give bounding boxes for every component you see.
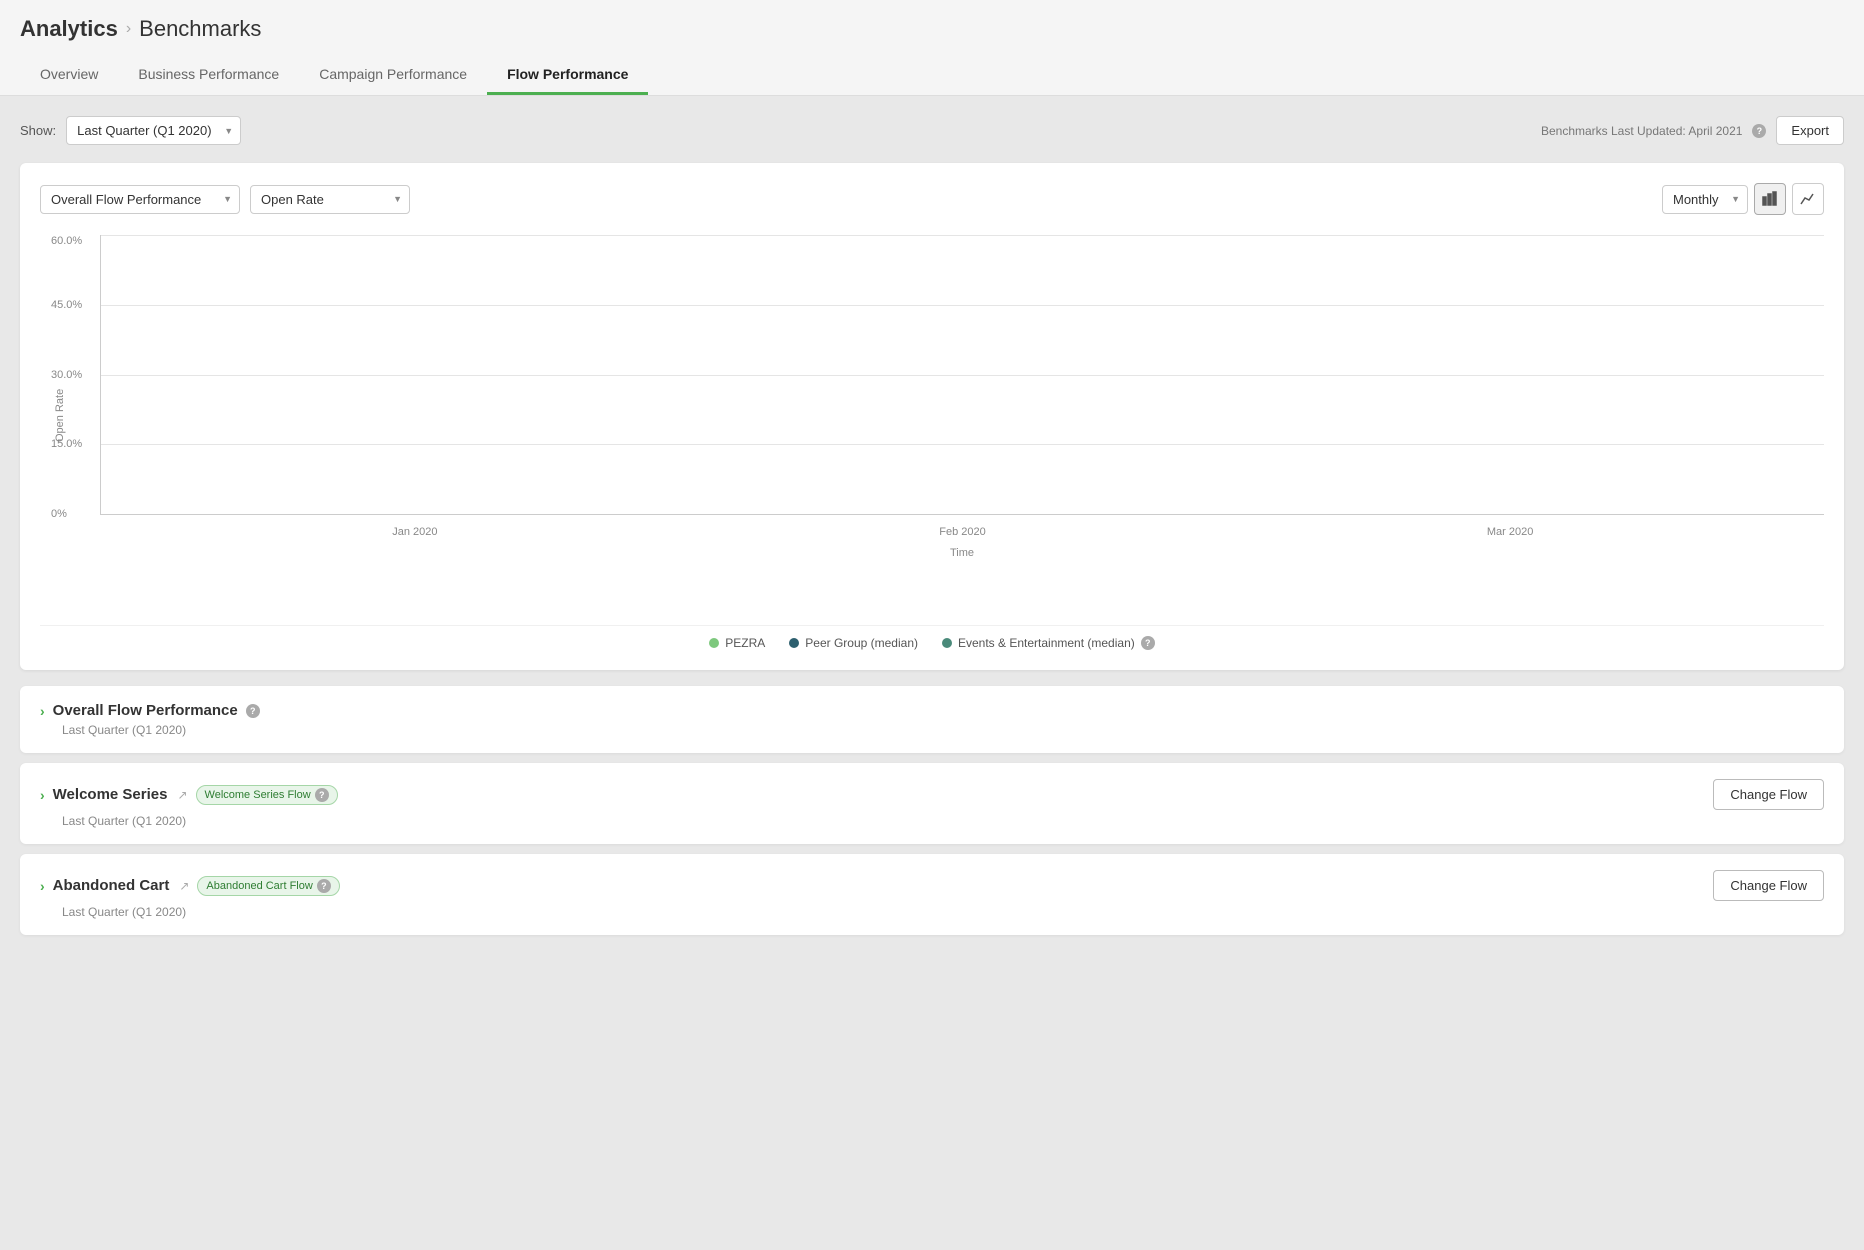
abandoned-ext-link-icon[interactable]: ↗ (179, 879, 189, 893)
legend-label-peer: Peer Group (median) (805, 636, 918, 650)
metric-select-wrapper: Open Rate (250, 185, 410, 214)
section-abandoned-header: › Abandoned Cart ↗ Abandoned Cart Flow ?… (40, 870, 1824, 901)
flow-select[interactable]: Overall Flow Performance (40, 185, 240, 214)
export-button[interactable]: Export (1776, 116, 1844, 145)
section-abandoned-chevron[interactable]: › (40, 878, 45, 894)
x-axis-title: Time (100, 547, 1824, 559)
welcome-badge-info-icon[interactable]: ? (315, 788, 329, 802)
section-abandoned-title[interactable]: Abandoned Cart (53, 877, 170, 894)
flow-select-wrapper: Overall Flow Performance (40, 185, 240, 214)
abandoned-badge: Abandoned Cart Flow ? (197, 876, 339, 896)
legend-dot-events (942, 638, 952, 648)
breadcrumb-separator: › (126, 20, 131, 38)
y-tick-3: 30.0% (51, 369, 82, 381)
section-overall-header: › Overall Flow Performance ? (40, 702, 1824, 719)
benchmarks-info: Benchmarks Last Updated: April 2021 ? Ex… (1541, 116, 1844, 145)
period-select-wrapper: Last Quarter (Q1 2020) (66, 116, 241, 145)
section-welcome-title[interactable]: Welcome Series (53, 786, 168, 803)
breadcrumb-analytics[interactable]: Analytics (20, 16, 118, 42)
tab-overview[interactable]: Overview (20, 56, 118, 95)
y-tick-4: 15.0% (51, 438, 82, 450)
tab-flow[interactable]: Flow Performance (487, 56, 648, 95)
chart-controls: Overall Flow Performance Open Rate Month… (40, 183, 1824, 215)
nav-tabs: Overview Business Performance Campaign P… (20, 56, 1844, 95)
breadcrumb-current: Benchmarks (139, 16, 261, 42)
tab-campaign[interactable]: Campaign Performance (299, 56, 487, 95)
y-tick-2: 45.0% (51, 299, 82, 311)
section-overall-subtitle: Last Quarter (Q1 2020) (62, 723, 1824, 737)
legend-dot-peer (789, 638, 799, 648)
legend-events-info-icon[interactable]: ? (1141, 636, 1155, 650)
section-overall-title-area: › Overall Flow Performance ? (40, 702, 260, 719)
legend-events: Events & Entertainment (median) ? (942, 636, 1155, 650)
legend-pezra: PEZRA (709, 636, 765, 650)
chart-card: Overall Flow Performance Open Rate Month… (20, 163, 1844, 670)
section-overall-title[interactable]: Overall Flow Performance (53, 702, 238, 719)
section-welcome-title-area: › Welcome Series ↗ Welcome Series Flow ? (40, 785, 338, 805)
section-abandoned: › Abandoned Cart ↗ Abandoned Cart Flow ?… (20, 854, 1844, 935)
breadcrumb: Analytics › Benchmarks (20, 16, 1844, 42)
tab-business[interactable]: Business Performance (118, 56, 299, 95)
show-label: Show: (20, 123, 56, 138)
chart-area: 60.0% 45.0% 30.0% 15.0% 0% (100, 235, 1824, 515)
period-chart-select-wrapper: Monthly (1662, 185, 1748, 214)
legend-peer: Peer Group (median) (789, 636, 918, 650)
welcome-badge: Welcome Series Flow ? (196, 785, 338, 805)
bar-groups-area: Jan 2020 Feb 2020 Mar 2020 (101, 235, 1824, 514)
benchmarks-info-icon[interactable]: ? (1752, 124, 1766, 138)
section-welcome-subtitle: Last Quarter (Q1 2020) (62, 814, 1824, 828)
chart-container: Open Rate 60.0% 45.0% 30.0% 15.0% 0% (40, 235, 1824, 609)
metric-select[interactable]: Open Rate (250, 185, 410, 214)
x-label-jan: Jan 2020 (392, 526, 437, 538)
benchmarks-label: Benchmarks Last Updated: April 2021 (1541, 124, 1742, 138)
show-period-area: Show: Last Quarter (Q1 2020) (20, 116, 241, 145)
x-label-mar: Mar 2020 (1487, 526, 1533, 538)
section-abandoned-title-area: › Abandoned Cart ↗ Abandoned Cart Flow ? (40, 876, 340, 896)
toolbar: Show: Last Quarter (Q1 2020) Benchmarks … (20, 116, 1844, 145)
change-flow-button-welcome[interactable]: Change Flow (1713, 779, 1824, 810)
abandoned-badge-label: Abandoned Cart Flow (206, 880, 312, 892)
y-tick-1: 60.0% (51, 235, 82, 247)
period-select[interactable]: Last Quarter (Q1 2020) (66, 116, 241, 145)
section-welcome: › Welcome Series ↗ Welcome Series Flow ?… (20, 763, 1844, 844)
section-welcome-chevron[interactable]: › (40, 787, 45, 803)
period-chart-select[interactable]: Monthly (1662, 185, 1748, 214)
legend-label-events: Events & Entertainment (median) (958, 636, 1135, 650)
bar-chart-icon-btn[interactable] (1754, 183, 1786, 215)
x-label-feb: Feb 2020 (939, 526, 985, 538)
section-abandoned-subtitle: Last Quarter (Q1 2020) (62, 905, 1824, 919)
section-overall: › Overall Flow Performance ? Last Quarte… (20, 686, 1844, 753)
section-welcome-header: › Welcome Series ↗ Welcome Series Flow ?… (40, 779, 1824, 810)
welcome-badge-label: Welcome Series Flow (205, 789, 311, 801)
welcome-ext-link-icon[interactable]: ↗ (177, 788, 187, 802)
line-chart-icon-btn[interactable] (1792, 183, 1824, 215)
y-tick-5: 0% (51, 508, 67, 520)
chart-controls-left: Overall Flow Performance Open Rate (40, 185, 1652, 214)
legend-dot-pezra (709, 638, 719, 648)
change-flow-button-abandoned[interactable]: Change Flow (1713, 870, 1824, 901)
chart-controls-right: Monthly (1662, 183, 1824, 215)
chart-legend: PEZRA Peer Group (median) Events & Enter… (40, 625, 1824, 650)
section-overall-chevron[interactable]: › (40, 703, 45, 719)
legend-label-pezra: PEZRA (725, 636, 765, 650)
section-overall-info-icon[interactable]: ? (246, 704, 260, 718)
abandoned-badge-info-icon[interactable]: ? (317, 879, 331, 893)
